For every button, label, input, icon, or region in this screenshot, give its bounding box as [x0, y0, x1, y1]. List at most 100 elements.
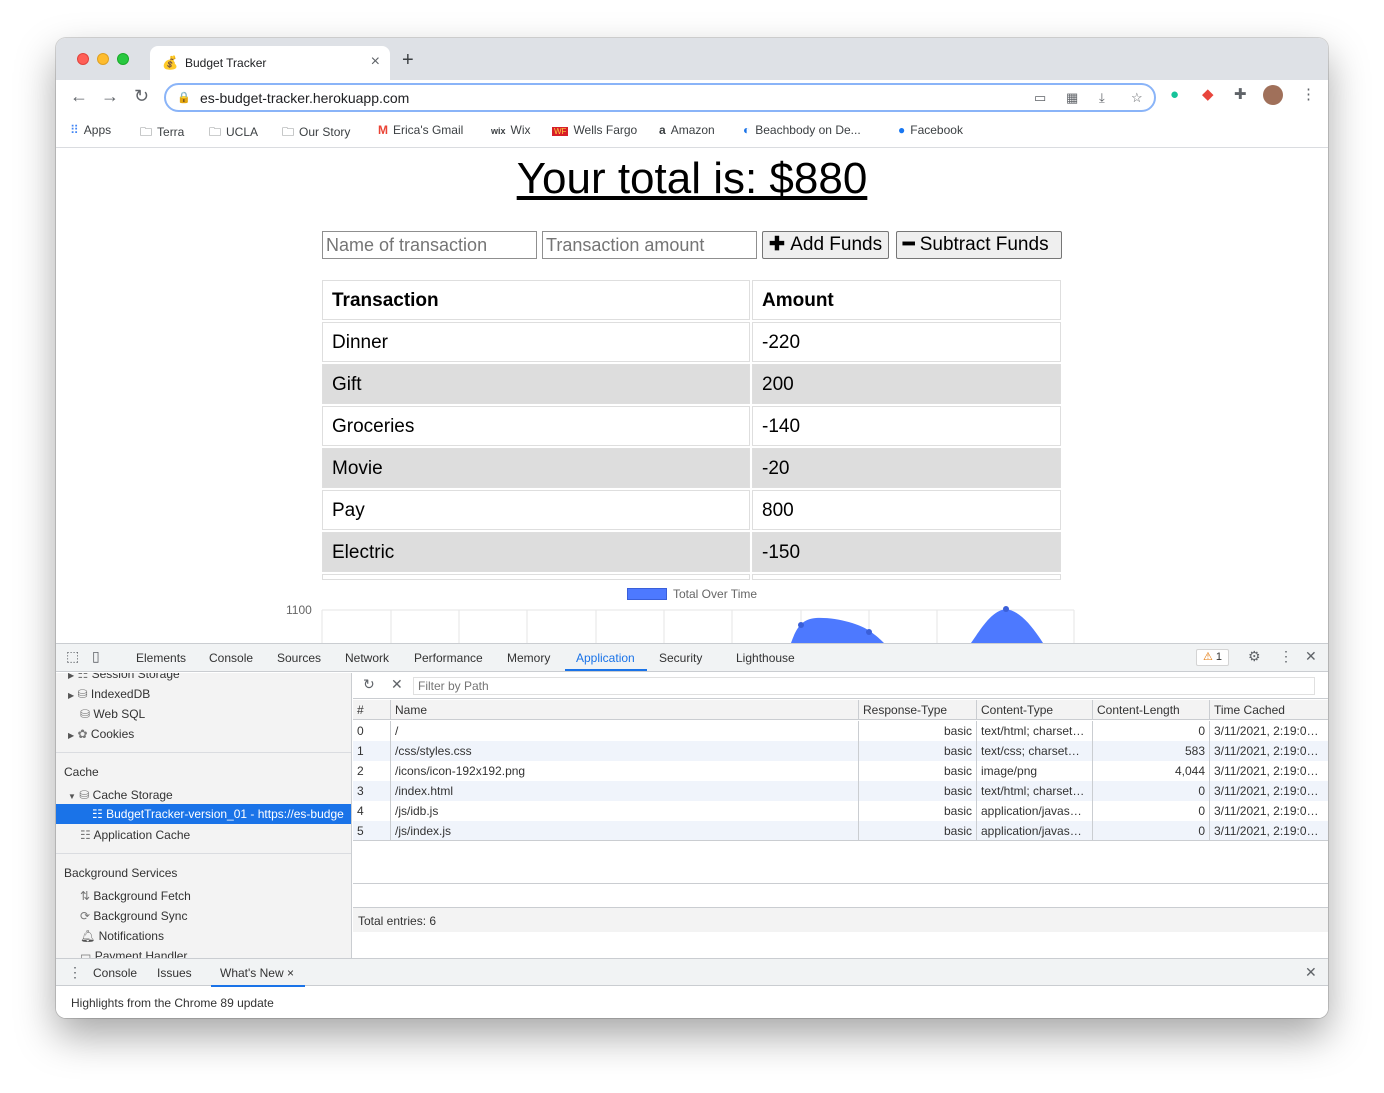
- extension-badge-icon[interactable]: ◆: [1202, 87, 1214, 102]
- fetch-arrows-icon: ⇅: [80, 889, 91, 903]
- tab-sources[interactable]: Sources: [277, 651, 321, 665]
- bookmark-beachbody[interactable]: ◐ Beachbody on De...: [743, 123, 861, 137]
- sidebar-item-background-fetch[interactable]: ⇅ Background Fetch: [80, 889, 191, 903]
- drawer-menu-icon[interactable]: ⋮: [68, 965, 82, 979]
- grid-cell-index: 5: [353, 821, 391, 841]
- grid-header-time-cached[interactable]: Time Cached: [1210, 700, 1328, 720]
- extensions-puzzle-icon[interactable]: ✚: [1234, 87, 1247, 102]
- close-tab-icon[interactable]: ×: [287, 966, 294, 980]
- tab-performance[interactable]: Performance: [414, 651, 483, 665]
- sync-icon: ⟳: [80, 909, 91, 923]
- sidebar-item-indexeddb[interactable]: ▶ ⛁ IndexedDB: [68, 687, 150, 701]
- inspect-element-icon[interactable]: ⬚: [66, 649, 79, 663]
- sidebar-item-cache-storage[interactable]: ▼ ⛁ Cache Storage: [68, 788, 173, 802]
- tab-close-icon[interactable]: ×: [371, 53, 380, 71]
- table-row[interactable]: 5 /js/index.js basic application/javas… …: [353, 821, 1328, 841]
- install-icon[interactable]: ⤓: [1099, 90, 1105, 106]
- more-options-icon[interactable]: ⋮: [1279, 649, 1293, 663]
- close-devtools-icon[interactable]: ✕: [1305, 649, 1317, 663]
- cache-storage-panel: ↻ ✕ # Name Response-Type Content-Type Co…: [353, 673, 1328, 958]
- grid-cell-content-type: application/javas…: [977, 801, 1093, 821]
- clear-icon[interactable]: ✕: [391, 677, 403, 691]
- bookmark-terra[interactable]: 🗀 Terra: [140, 123, 184, 144]
- sidebar-item-cache-entry[interactable]: ☷ BudgetTracker-version_01 - https://es-…: [56, 804, 351, 824]
- tab-memory[interactable]: Memory: [507, 651, 550, 665]
- reload-icon[interactable]: ↻: [134, 87, 149, 105]
- bookmark-wix[interactable]: wix Wix: [491, 123, 531, 137]
- settings-gear-icon[interactable]: ⚙: [1248, 649, 1261, 663]
- browser-tab-budget-tracker[interactable]: 💰 Budget Tracker ×: [150, 46, 390, 80]
- tab-lighthouse[interactable]: Lighthouse: [736, 651, 795, 665]
- sidebar-divider: [56, 752, 351, 753]
- bookmark-apps[interactable]: ⠿ Apps: [70, 123, 111, 137]
- tab-console[interactable]: Console: [209, 651, 253, 665]
- filter-by-path-input[interactable]: [413, 677, 1315, 695]
- drawer-tab-issues[interactable]: Issues: [157, 966, 192, 980]
- folder-icon: 🗀: [209, 125, 222, 139]
- drawer-tab-whats-new[interactable]: What's New ×: [220, 966, 294, 980]
- close-drawer-icon[interactable]: ✕: [1305, 965, 1317, 979]
- back-arrow-icon[interactable]: ←: [70, 87, 88, 105]
- tab-strip: 💰 Budget Tracker × +: [56, 38, 1328, 80]
- cast-icon[interactable]: ▭: [1034, 90, 1046, 106]
- tab-elements[interactable]: Elements: [136, 651, 186, 665]
- grid-header-name[interactable]: Name: [391, 700, 859, 720]
- address-bar[interactable]: 🔒 es-budget-tracker.herokuapp.com ▭ ▦ ⤓ …: [164, 83, 1156, 112]
- chart-area-series: [971, 609, 1043, 643]
- preview-pane: [353, 883, 1328, 907]
- expand-arrow-icon: ▶: [68, 691, 75, 700]
- bookmark-our-story[interactable]: 🗀 Our Story: [282, 123, 350, 144]
- menu-kebab-icon[interactable]: ⋮: [1301, 87, 1316, 102]
- bookmark-label: Terra: [157, 125, 185, 139]
- bookmark-wells-fargo[interactable]: WF Wells Fargo: [552, 123, 637, 137]
- table-row[interactable]: 0 / basic text/html; charset… 0 3/11/202…: [353, 721, 1328, 741]
- bookmark-amazon[interactable]: a Amazon: [659, 123, 715, 137]
- sidebar-item-background-sync[interactable]: ⟳ Background Sync: [80, 909, 187, 923]
- grid-header-response-type[interactable]: Response-Type: [859, 700, 977, 720]
- devtools-panel: ⬚ ▯ Elements Console Sources Network Per…: [56, 643, 1328, 1018]
- bookmark-star-icon[interactable]: ☆: [1131, 90, 1143, 106]
- tab-security[interactable]: Security: [659, 651, 702, 665]
- sidebar-label: Session Storage: [91, 673, 180, 681]
- table-row[interactable]: 3 /index.html basic text/html; charset… …: [353, 781, 1328, 801]
- sidebar-item-application-cache[interactable]: ☷ Application Cache: [80, 828, 190, 842]
- refresh-icon[interactable]: ↻: [363, 677, 375, 691]
- sidebar-label: Application Cache: [93, 828, 191, 842]
- warnings-badge[interactable]: ⚠ 1: [1196, 649, 1229, 666]
- forward-arrow-icon[interactable]: →: [101, 87, 119, 105]
- device-toolbar-icon[interactable]: ▯: [92, 649, 100, 663]
- maximize-window-button[interactable]: [117, 53, 129, 65]
- sidebar-item-session-storage[interactable]: ▶ ☷ Session Storage: [68, 673, 180, 681]
- grid-cell-response-type: basic: [859, 761, 977, 781]
- drawer-tab-console[interactable]: Console: [93, 966, 137, 980]
- amazon-icon: a: [659, 123, 666, 137]
- grid-cell-content-type: image/png: [977, 761, 1093, 781]
- grid-header-index[interactable]: #: [353, 700, 391, 720]
- close-window-button[interactable]: [77, 53, 89, 65]
- table-row[interactable]: 4 /js/idb.js basic application/javas… 0 …: [353, 801, 1328, 821]
- sidebar-item-web-sql[interactable]: ⛁ Web SQL: [80, 707, 145, 721]
- grid-header-content-type[interactable]: Content-Type: [977, 700, 1093, 720]
- minimize-window-button[interactable]: [97, 53, 109, 65]
- table-row[interactable]: 1 /css/styles.css basic text/css; charse…: [353, 741, 1328, 761]
- grid-cell-content-type: application/javas…: [977, 821, 1093, 841]
- chart-point: [866, 629, 872, 635]
- bookmark-gmail[interactable]: M Erica's Gmail: [378, 123, 463, 137]
- tab-network[interactable]: Network: [345, 651, 389, 665]
- grid-header-content-length[interactable]: Content-Length: [1093, 700, 1210, 720]
- table-row[interactable]: 2 /icons/icon-192x192.png basic image/pn…: [353, 761, 1328, 781]
- sidebar-item-cookies[interactable]: ▶ ✿ Cookies: [68, 727, 134, 741]
- lock-icon: 🔒: [177, 92, 191, 104]
- database-icon: ⛁: [77, 687, 88, 701]
- bookmark-facebook[interactable]: ● Facebook: [898, 123, 963, 137]
- bookmark-ucla[interactable]: 🗀 UCLA: [209, 123, 258, 144]
- sidebar-label: IndexedDB: [90, 687, 151, 701]
- qr-code-icon[interactable]: ▦: [1066, 90, 1078, 106]
- sidebar-item-notifications[interactable]: 🔔︎ Notifications: [80, 929, 164, 943]
- tab-application[interactable]: Application: [576, 651, 635, 665]
- sidebar-item-payment-handler[interactable]: ▭ Payment Handler: [80, 949, 187, 958]
- new-tab-button[interactable]: +: [402, 50, 414, 70]
- profile-avatar[interactable]: [1263, 85, 1283, 105]
- grid-cell-response-type: basic: [859, 801, 977, 821]
- grammarly-icon[interactable]: ●: [1170, 87, 1179, 102]
